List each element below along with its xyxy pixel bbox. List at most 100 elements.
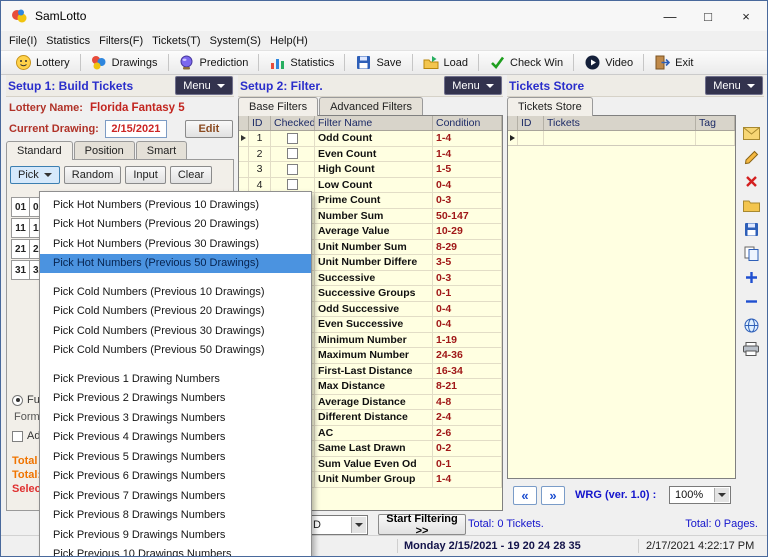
condition-cell[interactable]: 0-4 xyxy=(433,317,502,332)
pick-menu-item[interactable]: Pick Previous 3 Drawings Numbers xyxy=(40,408,311,428)
prev-page-button[interactable]: « xyxy=(513,486,537,505)
condition-cell[interactable]: 1-4 xyxy=(433,472,502,487)
exit-button[interactable]: Exit xyxy=(646,52,701,73)
condition-cell[interactable]: 1-19 xyxy=(433,333,502,348)
condition-cell[interactable]: 4-8 xyxy=(433,395,502,410)
tab-position[interactable]: Position xyxy=(74,141,135,159)
condition-cell[interactable]: 1-5 xyxy=(433,162,502,177)
maximize-button[interactable]: □ xyxy=(689,1,727,31)
formula-radio[interactable] xyxy=(12,395,23,406)
pick-menu-item[interactable]: Pick Previous 7 Drawings Numbers xyxy=(40,486,311,506)
table-row[interactable]: 2 Even Count 1-4 xyxy=(239,147,502,163)
number-cell[interactable]: 01 xyxy=(11,197,30,217)
condition-cell[interactable]: 8-29 xyxy=(433,240,502,255)
input-button[interactable]: Input xyxy=(125,166,165,184)
pick-menu-item[interactable]: Pick Cold Numbers (Previous 50 Drawings) xyxy=(40,341,311,361)
load-button[interactable]: Load xyxy=(415,52,476,73)
pick-menu-item[interactable]: Pick Hot Numbers (Previous 10 Drawings) xyxy=(40,195,311,215)
menubar-item[interactable]: Statistics xyxy=(46,33,99,49)
tickets-empty-row[interactable] xyxy=(508,131,735,146)
open-folder-icon[interactable] xyxy=(741,195,761,215)
start-filtering-button[interactable]: Start Filtering >> xyxy=(378,514,466,535)
pick-menu-item[interactable]: Pick Cold Numbers (Previous 30 Drawings) xyxy=(40,321,311,341)
condition-cell[interactable]: 0-4 xyxy=(433,178,502,193)
zoom-select[interactable]: 100% xyxy=(669,486,731,504)
pick-menu-item[interactable]: Pick Previous 1 Drawing Numbers xyxy=(40,369,311,389)
save-button[interactable]: Save xyxy=(347,52,409,73)
pick-menu-item[interactable]: Pick Previous 2 Drawings Numbers xyxy=(40,389,311,409)
pick-menu-item[interactable]: Pick Previous 5 Drawings Numbers xyxy=(40,447,311,467)
pick-menu-item[interactable]: Pick Cold Numbers (Previous 20 Drawings) xyxy=(40,302,311,322)
close-button[interactable]: × xyxy=(727,1,765,31)
table-row[interactable]: 1 Odd Count 1-4 xyxy=(239,131,502,147)
condition-cell[interactable]: 16-34 xyxy=(433,364,502,379)
tab-smart[interactable]: Smart xyxy=(136,141,187,159)
next-page-button[interactable]: » xyxy=(541,486,565,505)
web-icon[interactable] xyxy=(741,315,761,335)
tickets-store-menu-button[interactable]: Menu xyxy=(705,76,763,95)
minimize-button[interactable]: — xyxy=(651,1,689,31)
copy-icon[interactable] xyxy=(741,243,761,263)
pick-menu-item[interactable]: Pick Previous 10 Drawings Numbers xyxy=(40,545,311,557)
number-cell[interactable]: 11 xyxy=(11,218,30,238)
statistics-button[interactable]: Statistics xyxy=(261,52,342,73)
condition-cell[interactable]: 2-4 xyxy=(433,410,502,425)
condition-cell[interactable]: 0-1 xyxy=(433,286,502,301)
filter-checkbox[interactable] xyxy=(287,179,298,190)
condition-cell[interactable]: 8-21 xyxy=(433,379,502,394)
menubar-item[interactable]: System(S) xyxy=(210,33,270,49)
pick-menu-item[interactable]: Pick Hot Numbers (Previous 50 Drawings) xyxy=(40,254,311,274)
lottery-button[interactable]: Lottery xyxy=(7,52,78,73)
current-drawing-date[interactable]: 2/15/2021 xyxy=(105,120,167,138)
condition-cell[interactable]: 24-36 xyxy=(433,348,502,363)
condition-cell[interactable]: 1-4 xyxy=(433,131,502,146)
filter-checkbox[interactable] xyxy=(287,148,298,159)
delete-icon[interactable] xyxy=(741,171,761,191)
pick-button[interactable]: Pick xyxy=(10,166,60,184)
drawings-button[interactable]: Drawings xyxy=(83,52,166,73)
edit-button[interactable]: Edit xyxy=(185,120,233,138)
setup1-menu-button[interactable]: Menu xyxy=(175,76,233,95)
pick-menu-item[interactable]: Pick Hot Numbers (Previous 20 Drawings) xyxy=(40,215,311,235)
condition-cell[interactable]: 1-4 xyxy=(433,147,502,162)
filter-checkbox[interactable] xyxy=(287,164,298,175)
tab-advanced-filters[interactable]: Advanced Filters xyxy=(319,97,423,115)
remove-icon[interactable] xyxy=(741,291,761,311)
menubar-item[interactable]: Help(H) xyxy=(270,33,317,49)
tab-tickets-store[interactable]: Tickets Store xyxy=(507,97,593,116)
clear-button[interactable]: Clear xyxy=(170,166,212,184)
prediction-button[interactable]: Prediction xyxy=(171,52,257,73)
condition-cell[interactable]: 0-1 xyxy=(433,457,502,472)
chevron-down-icon[interactable] xyxy=(351,517,366,533)
pick-menu-item[interactable]: Pick Previous 6 Drawings Numbers xyxy=(40,467,311,487)
edit-icon[interactable] xyxy=(741,147,761,167)
filter-mode-select[interactable]: D xyxy=(307,515,368,535)
condition-cell[interactable]: 3-5 xyxy=(433,255,502,270)
filter-checkbox[interactable] xyxy=(287,133,298,144)
pick-menu-item[interactable]: Pick Previous 8 Drawings Numbers xyxy=(40,506,311,526)
print-icon[interactable] xyxy=(741,339,761,359)
number-cell[interactable]: 21 xyxy=(11,239,30,259)
condition-cell[interactable]: 0-3 xyxy=(433,193,502,208)
menubar-item[interactable]: File(I) xyxy=(9,33,46,49)
save-icon[interactable] xyxy=(741,219,761,239)
mail-icon[interactable] xyxy=(741,123,761,143)
condition-cell[interactable]: 0-3 xyxy=(433,271,502,286)
pick-menu-item[interactable]: Pick Cold Numbers (Previous 10 Drawings) xyxy=(40,282,311,302)
video-button[interactable]: Video xyxy=(576,52,641,73)
setup2-menu-button[interactable]: Menu xyxy=(444,76,502,95)
condition-cell[interactable]: 10-29 xyxy=(433,224,502,239)
table-row[interactable]: 3 High Count 1-5 xyxy=(239,162,502,178)
condition-cell[interactable]: 2-6 xyxy=(433,426,502,441)
random-button[interactable]: Random xyxy=(64,166,122,184)
menubar-item[interactable]: Filters(F) xyxy=(99,33,152,49)
condition-cell[interactable]: 0-4 xyxy=(433,302,502,317)
check-win-button[interactable]: Check Win xyxy=(481,52,571,73)
pick-menu-item[interactable]: Pick Previous 9 Drawings Numbers xyxy=(40,525,311,545)
add-checkbox[interactable] xyxy=(12,431,23,442)
number-cell[interactable]: 31 xyxy=(11,260,30,280)
tab-standard[interactable]: Standard xyxy=(6,141,73,160)
chevron-down-icon[interactable] xyxy=(714,488,729,502)
tab-base-filters[interactable]: Base Filters xyxy=(238,97,318,116)
condition-cell[interactable]: 0-2 xyxy=(433,441,502,456)
